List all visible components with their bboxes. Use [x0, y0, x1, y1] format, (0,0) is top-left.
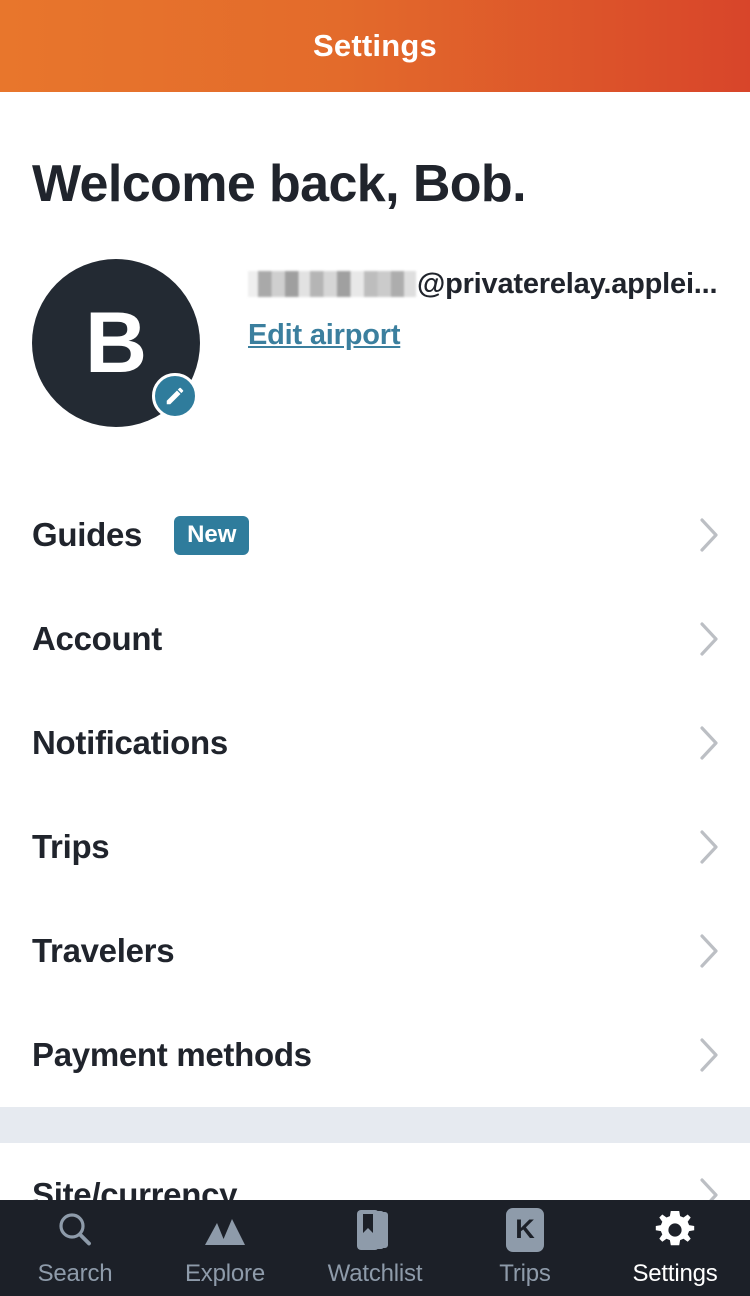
edit-avatar-button[interactable]: [152, 373, 198, 419]
new-badge: New: [174, 515, 250, 555]
tab-watchlist[interactable]: Watchlist: [300, 1209, 450, 1288]
settings-row-notifications[interactable]: Notifications: [0, 691, 750, 795]
row-label: Trips: [32, 828, 110, 865]
mountains-icon: [203, 1209, 247, 1251]
search-icon: [55, 1209, 95, 1251]
bottom-tab-bar: Search Explore Watchlist K Trips Setting…: [0, 1200, 750, 1296]
settings-row-trips[interactable]: Trips: [0, 795, 750, 899]
avatar-wrap[interactable]: B: [32, 259, 200, 427]
settings-row-account[interactable]: Account: [0, 587, 750, 691]
chevron-right-icon: [700, 726, 720, 760]
tab-label: Settings: [632, 1259, 718, 1287]
bookmark-cards-icon: [352, 1209, 398, 1251]
settings-row-guides[interactable]: Guides New: [0, 483, 750, 587]
welcome-heading: Welcome back, Bob.: [32, 155, 527, 213]
profile-info: @privaterelay.applei... Edit airport: [200, 259, 718, 427]
settings-row-travelers[interactable]: Travelers: [0, 899, 750, 1003]
app-header: Settings: [0, 0, 750, 92]
tab-label: Watchlist: [327, 1259, 423, 1287]
settings-list: Guides New Account Notifications Trips T…: [0, 483, 750, 1247]
email-row: @privaterelay.applei...: [248, 265, 718, 303]
gear-icon: [653, 1209, 697, 1251]
chevron-right-icon: [700, 934, 720, 968]
chevron-right-icon: [700, 1038, 720, 1072]
page-title: Settings: [313, 28, 437, 63]
email-domain: @privaterelay.applei...: [417, 267, 718, 300]
settings-row-payment-methods[interactable]: Payment methods: [0, 1003, 750, 1107]
tab-trips[interactable]: K Trips: [450, 1207, 600, 1288]
tab-label: Search: [37, 1259, 113, 1287]
kayak-k-icon: K: [506, 1207, 544, 1252]
tab-label: Explore: [185, 1259, 265, 1287]
tab-label: Trips: [499, 1259, 551, 1287]
profile-section: B @privaterelay.applei... Edit airport: [0, 214, 750, 427]
redacted-email-block: [248, 271, 416, 297]
row-label: Account: [32, 620, 162, 657]
settings-screen: Settings Welcome back, Bob. B @privatere…: [0, 0, 750, 1296]
row-label: Notifications: [32, 724, 228, 761]
tab-search[interactable]: Search: [0, 1209, 150, 1288]
tab-settings[interactable]: Settings: [600, 1209, 750, 1288]
pencil-icon: [166, 387, 184, 405]
chevron-right-icon: [700, 518, 720, 552]
edit-airport-link[interactable]: Edit airport: [248, 319, 400, 352]
row-label: Travelers: [32, 932, 175, 969]
row-label: Guides: [32, 516, 143, 553]
chevron-right-icon: [700, 622, 720, 656]
tab-explore[interactable]: Explore: [150, 1209, 300, 1288]
k-chip-letter: K: [506, 1207, 544, 1252]
chevron-right-icon: [700, 830, 720, 864]
settings-content: Welcome back, Bob. B @privaterelay.apple…: [0, 92, 750, 1296]
section-divider: [0, 1107, 750, 1143]
row-label: Payment methods: [32, 1036, 312, 1073]
